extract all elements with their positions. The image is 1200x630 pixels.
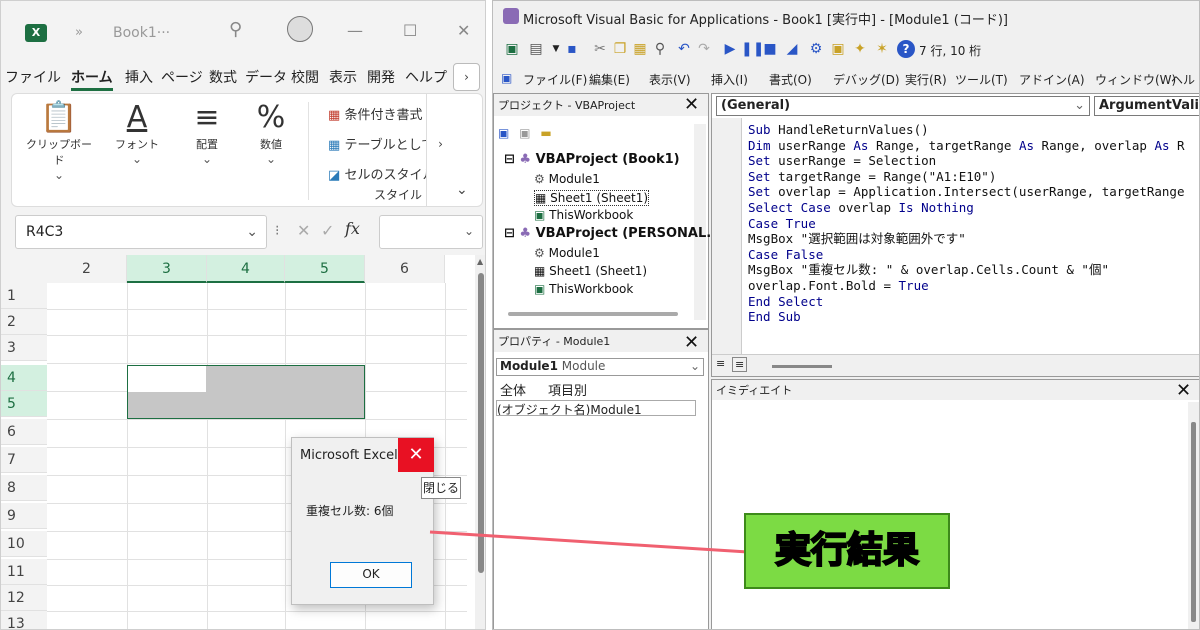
annotation-line [429,530,749,554]
annotation-connector [429,530,749,554]
result-label: 実行結果 [744,513,950,589]
